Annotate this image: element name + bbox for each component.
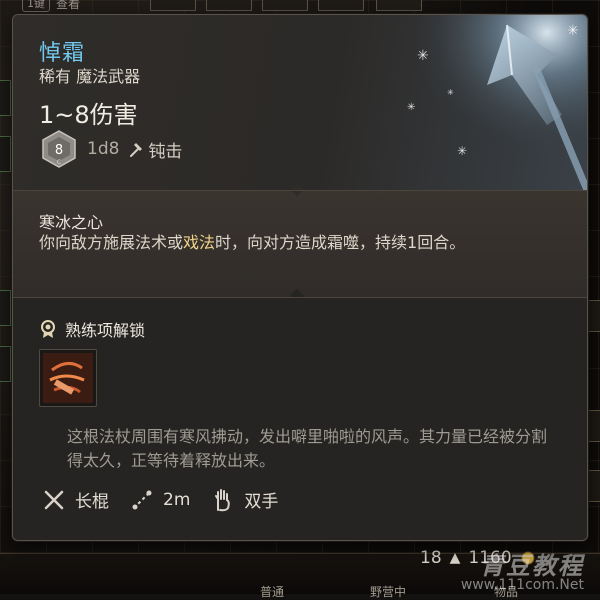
damage-dice-row: 8 C 1d8 钝击	[39, 129, 182, 169]
die-sub: C	[57, 159, 61, 166]
item-rarity-type: 稀有 魔法武器	[39, 67, 141, 86]
item-tooltip: ✳ ✳ ✳ ✳ ✳ 悼霜 稀有 魔法武器 1~8伤害 8 C 1d8 钝击 寒冰…	[12, 14, 588, 541]
range-label: 2m	[163, 489, 191, 510]
inventory-slot[interactable]	[206, 0, 252, 11]
handedness-label: 双手	[244, 492, 279, 512]
hammer-icon	[130, 143, 143, 157]
inventory-slot[interactable]	[0, 136, 11, 172]
inventory-slot[interactable]	[587, 410, 600, 442]
weapon-type-label: 长棍	[75, 492, 109, 512]
inventory-slot[interactable]	[587, 470, 600, 502]
ability-name: 寒冰之心	[39, 213, 104, 232]
flavor-text: 这根法杖周围有寒风拂动，发出噼里啪啦的风声。其力量已经被分割得太久，正等待着释放…	[67, 427, 548, 470]
prop-range: 2m	[131, 489, 190, 511]
watermark-brand: 青豆教程	[480, 552, 584, 580]
person-icon: ▲	[449, 550, 461, 566]
tab-normal[interactable]: 普通	[260, 583, 284, 600]
ability-desc-text: 你向敌方施展法术或	[39, 233, 184, 252]
damage-range: 1~8伤害	[39, 101, 138, 129]
weapon-properties: 长棍 2m 双手	[43, 487, 278, 512]
damage-type-label: 钝击	[148, 141, 183, 162]
wind-skill-icon[interactable]	[39, 349, 97, 407]
d8-die-icon: 8 C	[42, 130, 76, 168]
tab-camping[interactable]: 野营中	[370, 583, 406, 600]
hint-key: 1键	[22, 0, 50, 12]
proficiency-label: 熟练项解锁	[65, 321, 146, 340]
watermark: 青豆教程 www.111com.Net	[461, 554, 584, 592]
die-face: 8	[55, 143, 63, 158]
dice-notation: 1d8	[87, 139, 120, 159]
divider	[13, 297, 587, 298]
ability-description: 你向敌方施展法术或戏法时，向对方造成霜噬，持续1回合。	[39, 231, 539, 255]
range-icon	[132, 490, 152, 509]
prop-handedness: 双手	[212, 487, 278, 512]
cantrip-keyword-link[interactable]: 戏法	[183, 233, 215, 252]
inventory-slot[interactable]	[587, 300, 600, 332]
prop-weapon-type: 长棍	[43, 487, 109, 512]
inventory-slot[interactable]	[150, 0, 196, 11]
damage-type: 钝击	[127, 137, 182, 162]
inventory-slot[interactable]	[262, 0, 308, 11]
item-count: 18	[420, 548, 442, 568]
inventory-slot[interactable]	[0, 80, 11, 116]
ability-desc-text: 时，向对方造成霜噬，持续1回合。	[215, 233, 466, 252]
inventory-slot[interactable]	[376, 0, 422, 11]
watermark-url: www.111com.Net	[460, 577, 584, 593]
inventory-slot[interactable]	[318, 0, 364, 11]
hint-label: 查看	[56, 0, 81, 11]
inventory-slot[interactable]	[0, 290, 11, 326]
divider	[13, 190, 587, 191]
hand-icon	[215, 488, 231, 511]
crossed-staves-icon	[44, 490, 64, 509]
proficiency-unlock: 熟练项解锁	[39, 317, 145, 341]
medal-icon	[41, 320, 55, 338]
top-hint: 1键 查看	[22, 0, 80, 12]
inventory-slot[interactable]	[0, 346, 11, 382]
